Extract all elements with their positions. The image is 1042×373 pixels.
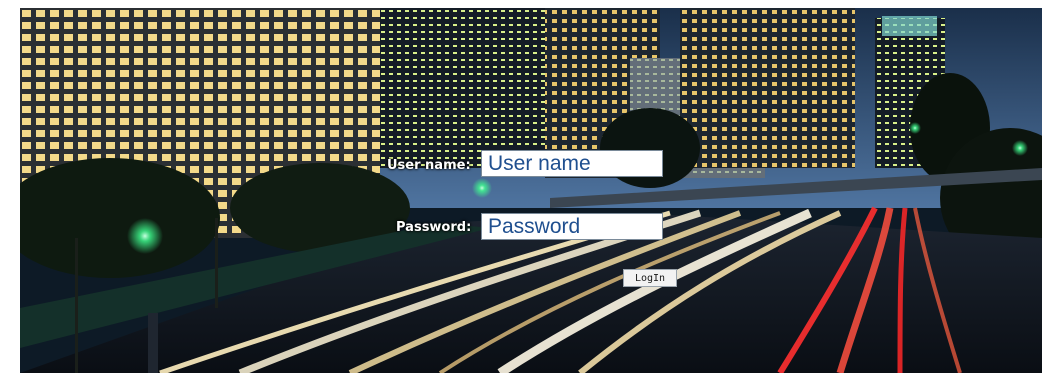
password-input[interactable] [481,213,663,240]
username-input[interactable] [481,150,663,177]
login-button[interactable]: LogIn [623,269,677,287]
username-label: User name: [387,158,471,173]
password-label: Password: [396,220,472,235]
city-highway-background [20,8,1042,373]
login-page: User name: Password: LogIn [20,8,1042,373]
